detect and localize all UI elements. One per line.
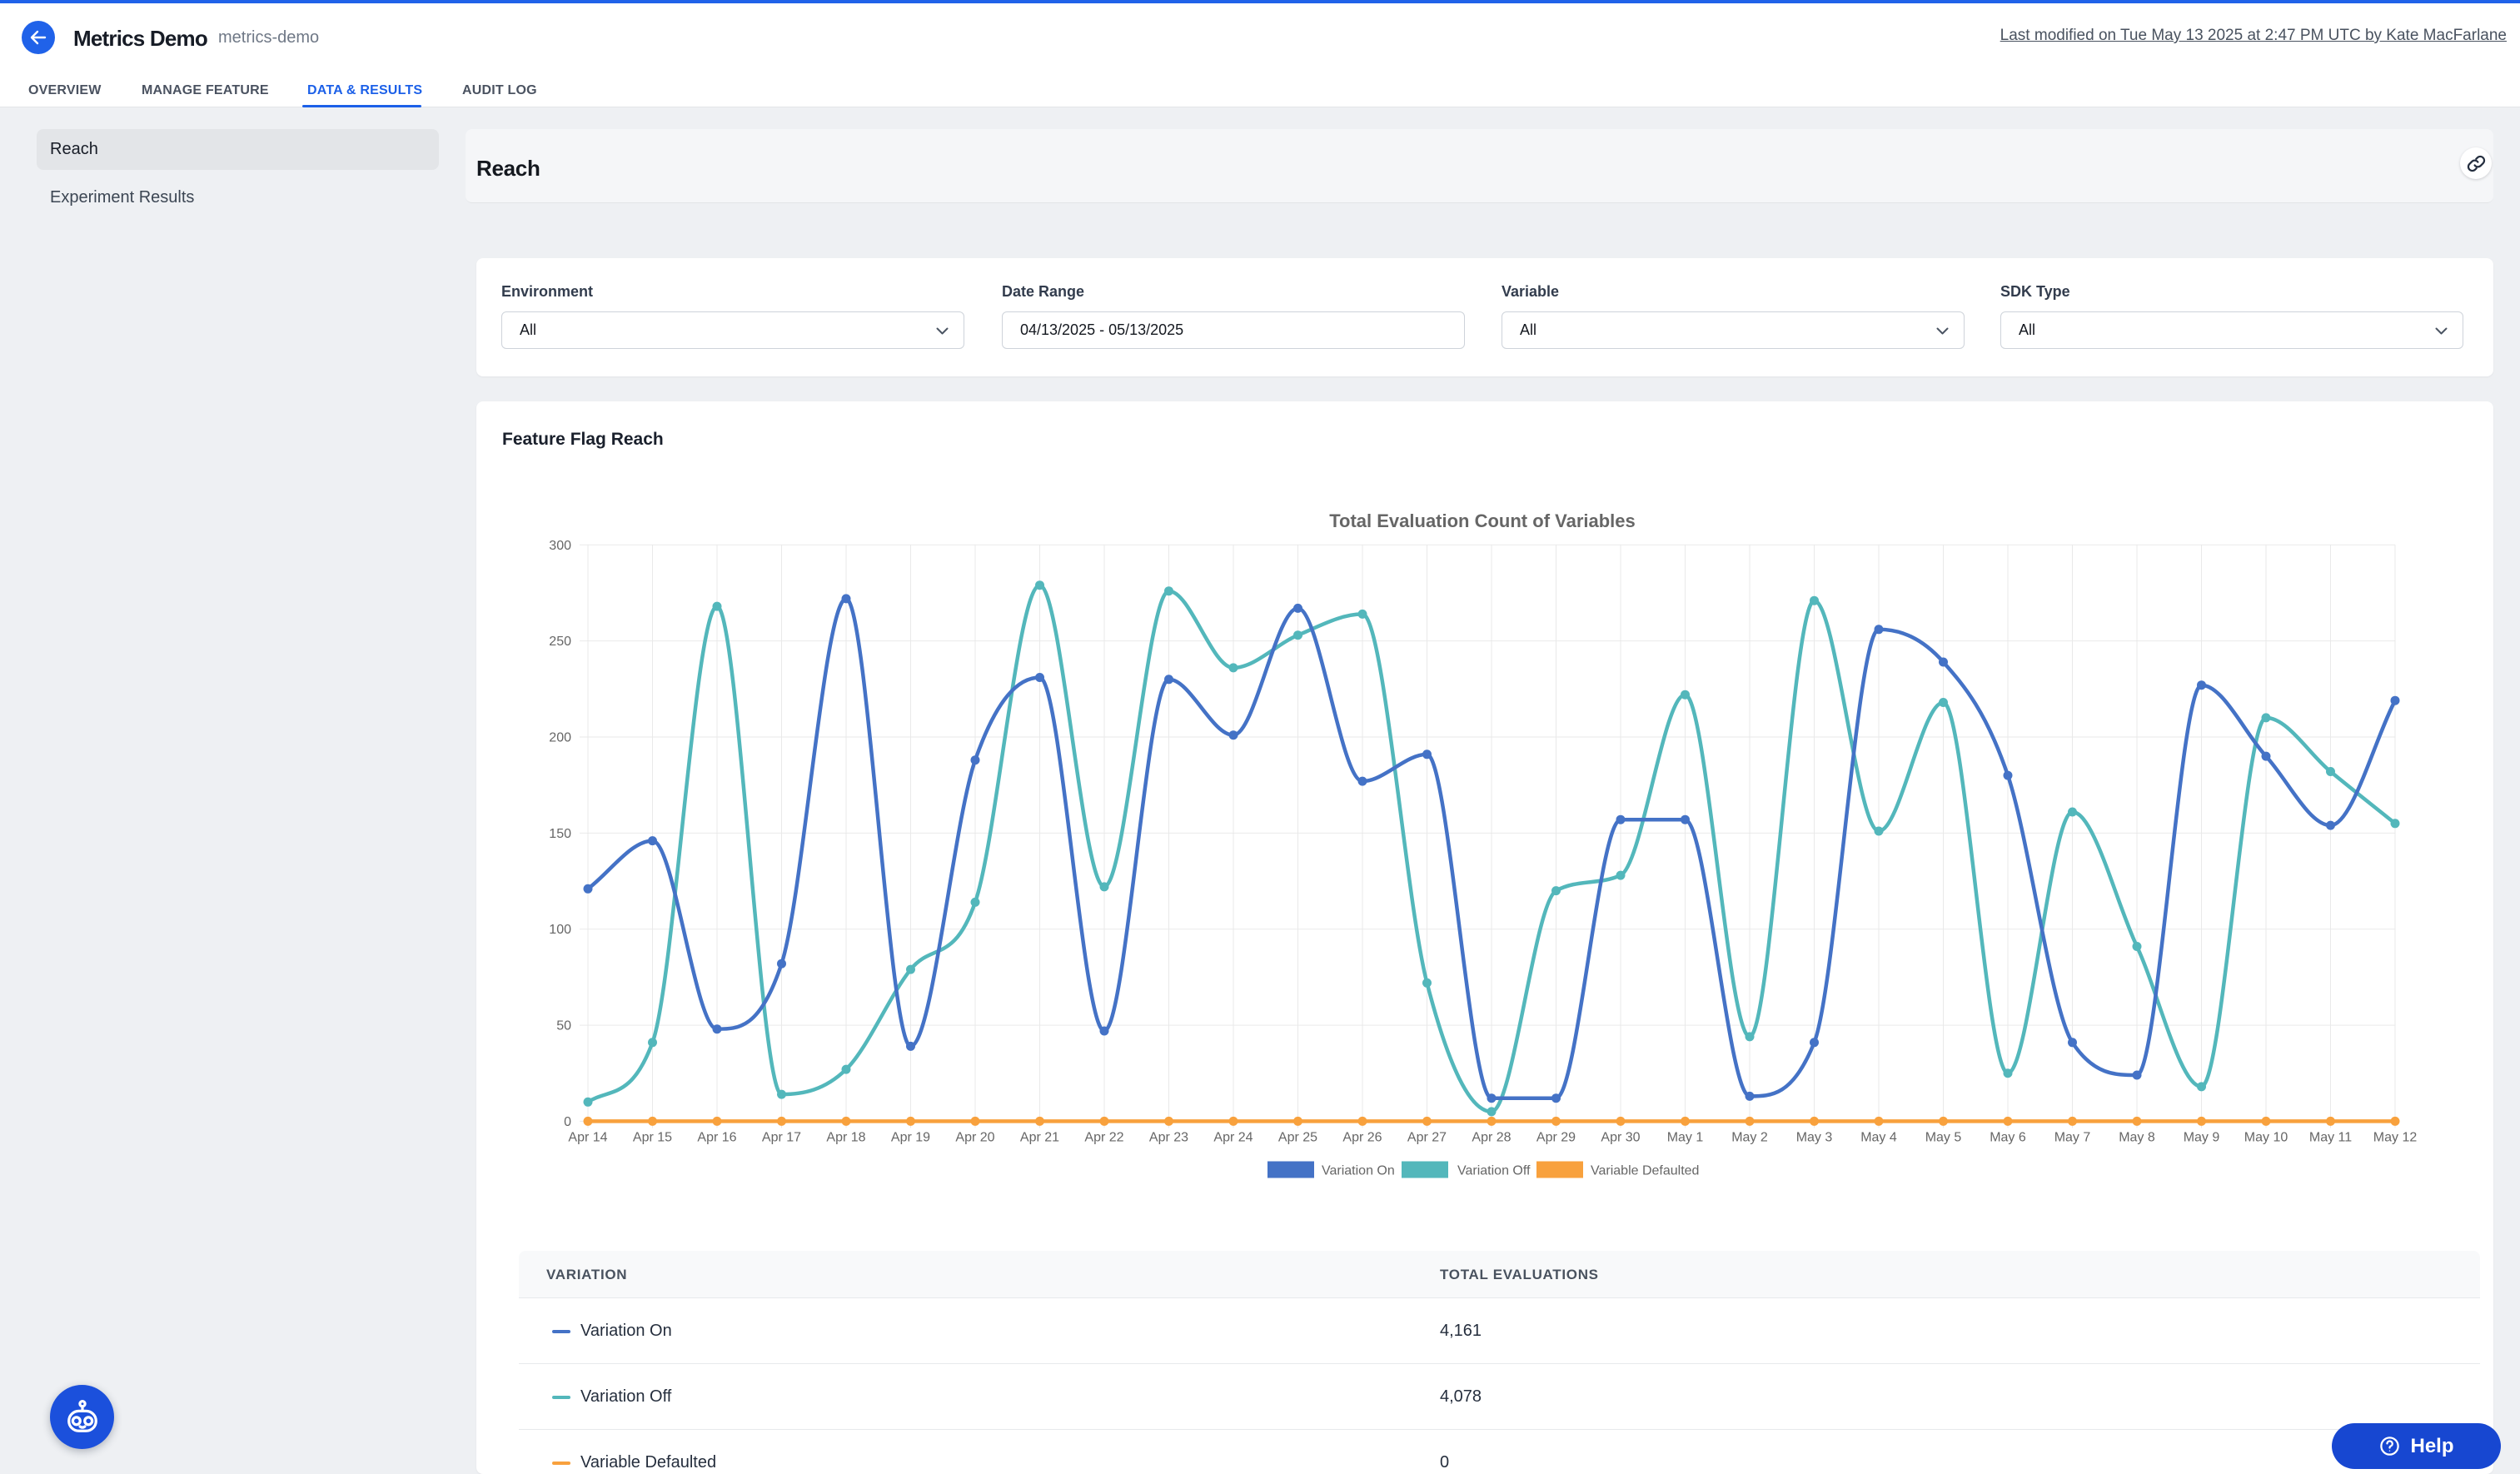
- svg-text:Apr 23: Apr 23: [1149, 1130, 1188, 1144]
- svg-text:May 1: May 1: [1667, 1130, 1704, 1144]
- svg-text:Apr 15: Apr 15: [633, 1130, 672, 1144]
- svg-text:300: 300: [549, 539, 571, 553]
- svg-text:Variation Off: Variation Off: [1457, 1164, 1531, 1178]
- svg-text:Apr 18: Apr 18: [826, 1130, 865, 1144]
- svg-text:May 6: May 6: [1990, 1130, 2026, 1144]
- svg-text:Variable Defaulted: Variable Defaulted: [1591, 1164, 1699, 1178]
- svg-text:50: 50: [556, 1019, 571, 1033]
- svg-text:Total Evaluation Count of Vari: Total Evaluation Count of Variables: [1329, 510, 1636, 531]
- svg-text:Apr 21: Apr 21: [1020, 1130, 1059, 1144]
- svg-text:Apr 19: Apr 19: [891, 1130, 930, 1144]
- svg-text:May 12: May 12: [2373, 1130, 2418, 1144]
- svg-text:May 3: May 3: [1796, 1130, 1833, 1144]
- svg-text:Apr 29: Apr 29: [1536, 1130, 1576, 1144]
- svg-text:Apr 14: Apr 14: [568, 1130, 607, 1144]
- svg-text:May 11: May 11: [2309, 1130, 2352, 1144]
- svg-text:Apr 20: Apr 20: [955, 1130, 994, 1144]
- svg-text:100: 100: [549, 923, 571, 937]
- svg-text:May 2: May 2: [1731, 1130, 1768, 1144]
- svg-text:Variation On: Variation On: [1322, 1164, 1395, 1178]
- svg-text:May 5: May 5: [1925, 1130, 1962, 1144]
- svg-text:May 7: May 7: [2054, 1130, 2091, 1144]
- svg-text:Apr 26: Apr 26: [1342, 1130, 1382, 1144]
- svg-text:0: 0: [564, 1115, 571, 1129]
- svg-text:May 10: May 10: [2244, 1130, 2288, 1144]
- svg-text:250: 250: [549, 635, 571, 649]
- svg-text:Apr 24: Apr 24: [1213, 1130, 1253, 1144]
- svg-text:May 4: May 4: [1860, 1130, 1897, 1144]
- svg-text:Apr 16: Apr 16: [697, 1130, 736, 1144]
- svg-text:Apr 27: Apr 27: [1407, 1130, 1447, 1144]
- svg-text:200: 200: [549, 731, 571, 745]
- svg-text:Apr 22: Apr 22: [1084, 1130, 1123, 1144]
- svg-text:May 9: May 9: [2184, 1130, 2220, 1144]
- svg-text:150: 150: [549, 827, 571, 841]
- svg-text:Apr 30: Apr 30: [1601, 1130, 1640, 1144]
- svg-text:Apr 25: Apr 25: [1278, 1130, 1317, 1144]
- svg-text:Apr 28: Apr 28: [1472, 1130, 1511, 1144]
- svg-text:Apr 17: Apr 17: [762, 1130, 801, 1144]
- svg-text:May 8: May 8: [2119, 1130, 2155, 1144]
